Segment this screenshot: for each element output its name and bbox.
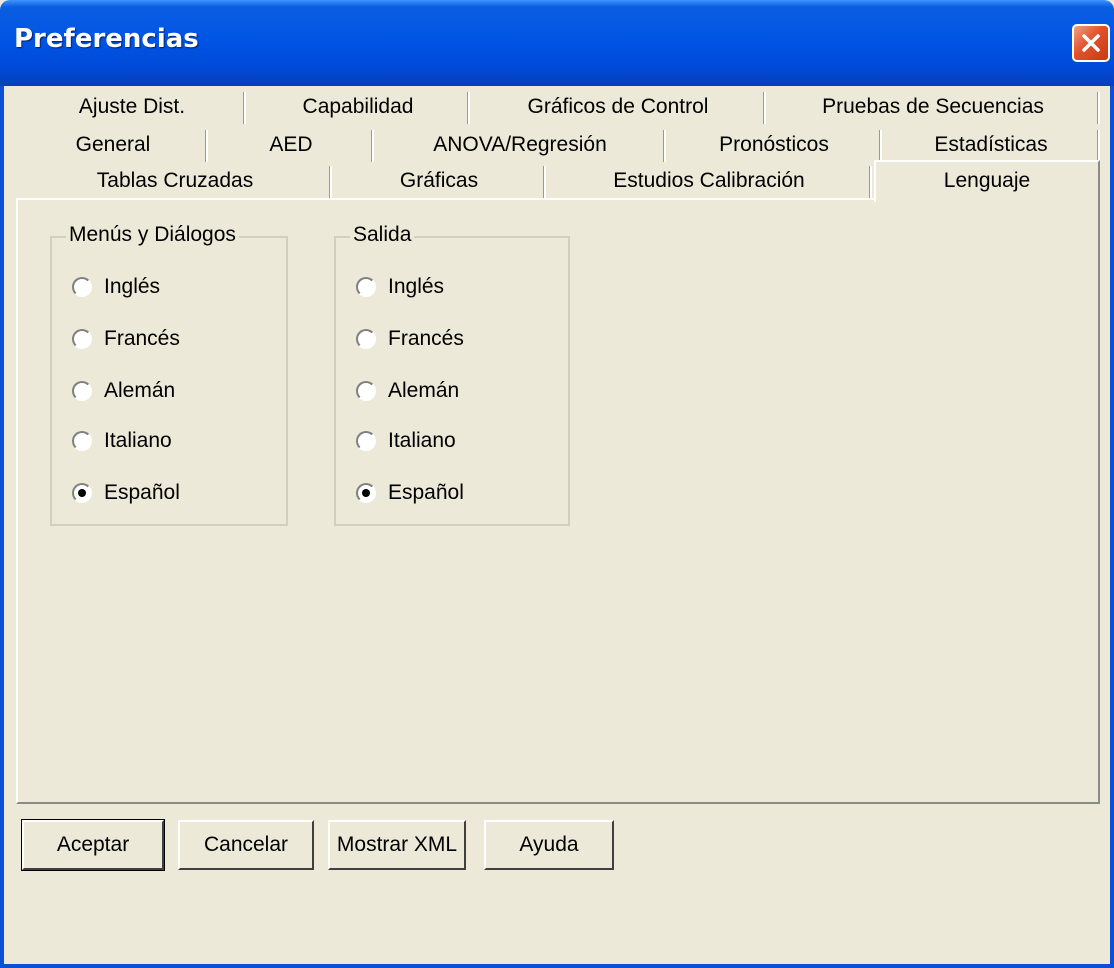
tab-anova-regresion[interactable]: ANOVA/Regresión (374, 128, 666, 164)
radio-button[interactable] (72, 329, 92, 349)
tab-label: AED (269, 133, 313, 156)
group-legend: Salida (350, 223, 415, 247)
radio-label: Alemán (104, 379, 176, 402)
tab-label: General (75, 133, 151, 156)
tab-aed[interactable]: AED (208, 128, 374, 164)
window-title: Preferencias (14, 24, 199, 54)
radio-label: Alemán (388, 379, 460, 402)
show-xml-button[interactable]: Mostrar XML (328, 820, 466, 870)
close-button[interactable] (1072, 24, 1110, 62)
radio-label: Español (104, 481, 180, 504)
group-legend: Menús y Diálogos (66, 223, 239, 247)
radio-label: Inglés (388, 275, 445, 298)
radio-button[interactable] (356, 277, 376, 297)
radio-button[interactable] (356, 329, 376, 349)
output-group: Salida Inglés Francés Alemán Italiano Es… (334, 223, 570, 526)
tab-general[interactable]: General (18, 128, 208, 164)
tab-lenguaje[interactable]: Lenguaje (874, 160, 1100, 202)
help-button[interactable]: Ayuda (484, 820, 614, 870)
radio-label: Italiano (388, 429, 456, 452)
tab-ajuste-dist[interactable]: Ajuste Dist. (18, 90, 246, 126)
close-icon (1082, 34, 1100, 52)
radio-button[interactable] (72, 381, 92, 401)
tab-label: Capabilidad (302, 95, 414, 118)
tab-label: Lenguaje (943, 169, 1031, 192)
tab-graficos-de-control[interactable]: Gráficos de Control (470, 90, 766, 126)
tab-estudios-calibracion[interactable]: Estudios Calibración (546, 164, 872, 200)
radio-button-selected[interactable] (72, 483, 92, 503)
tab-label: Gráficos de Control (527, 95, 709, 118)
tab-label: ANOVA/Regresión (433, 133, 607, 156)
tab-label: Gráficas (399, 169, 479, 192)
radio-button[interactable] (72, 431, 92, 451)
radio-label: Francés (388, 327, 464, 350)
tab-row-3: Tablas Cruzadas Gráficas Estudios Calibr… (18, 160, 1100, 202)
tab-label: Pruebas de Secuencias (822, 95, 1044, 118)
tab-panel-lenguaje: Menús y Diálogos Inglés Francés Alemán I… (16, 198, 1100, 804)
radio-dot (78, 489, 86, 497)
radio-label: Español (388, 481, 464, 504)
radio-label: Francés (104, 327, 180, 350)
tab-pronosticos[interactable]: Pronósticos (666, 128, 882, 164)
tab-row-2: General AED ANOVA/Regresión Pronósticos … (18, 128, 1100, 164)
radio-button[interactable] (356, 431, 376, 451)
radio-label: Inglés (104, 275, 161, 298)
menus-dialogs-group: Menús y Diálogos Inglés Francés Alemán I… (50, 223, 288, 526)
radio-dot (362, 489, 370, 497)
tab-label: Estadísticas (934, 133, 1048, 156)
radio-button[interactable] (72, 277, 92, 297)
tab-pruebas-de-secuencias[interactable]: Pruebas de Secuencias (766, 90, 1100, 126)
ok-button[interactable]: Aceptar (21, 819, 165, 871)
tab-row-1: Ajuste Dist. Capabilidad Gráficos de Con… (18, 90, 1100, 126)
radio-button[interactable] (356, 381, 376, 401)
radio-label: Italiano (104, 429, 172, 452)
cancel-button[interactable]: Cancelar (178, 820, 314, 870)
tab-tablas-cruzadas[interactable]: Tablas Cruzadas (18, 164, 332, 200)
title-bar[interactable]: Preferencias (0, 0, 1114, 86)
tab-estadisticas[interactable]: Estadísticas (882, 128, 1100, 164)
tab-graficas[interactable]: Gráficas (332, 164, 546, 200)
tab-capabilidad[interactable]: Capabilidad (246, 90, 470, 126)
tab-label: Pronósticos (719, 133, 829, 156)
tab-label: Estudios Calibración (613, 169, 805, 192)
tab-label: Ajuste Dist. (78, 95, 186, 118)
radio-button-selected[interactable] (356, 483, 376, 503)
tab-label: Tablas Cruzadas (96, 169, 254, 192)
